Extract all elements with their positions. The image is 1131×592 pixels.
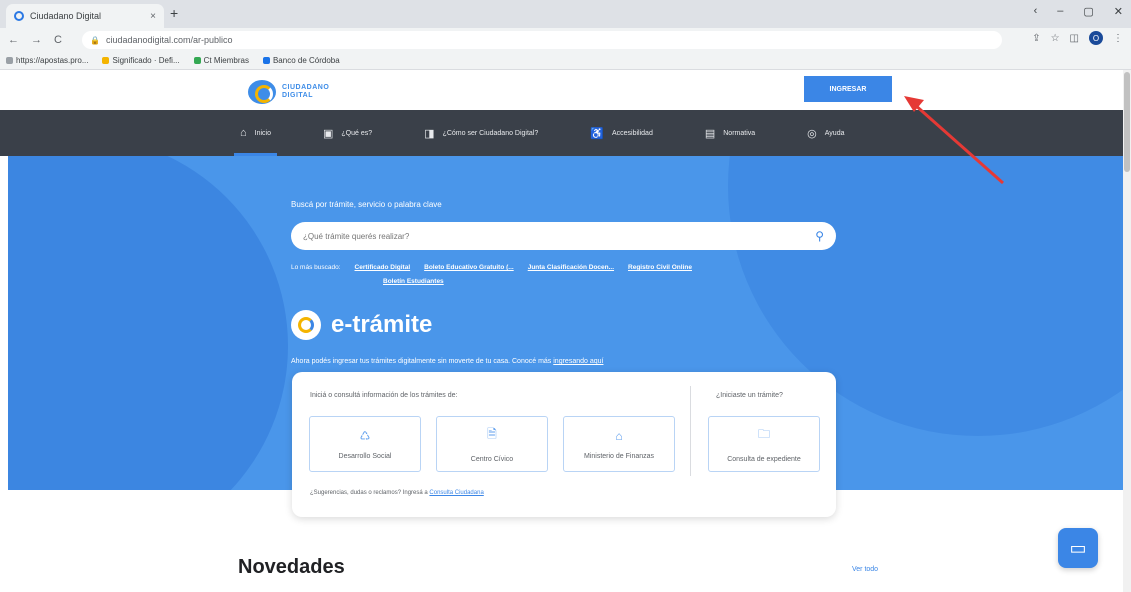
annotation-arrow-line xyxy=(913,102,1004,185)
annotation-arrow xyxy=(904,96,1004,185)
